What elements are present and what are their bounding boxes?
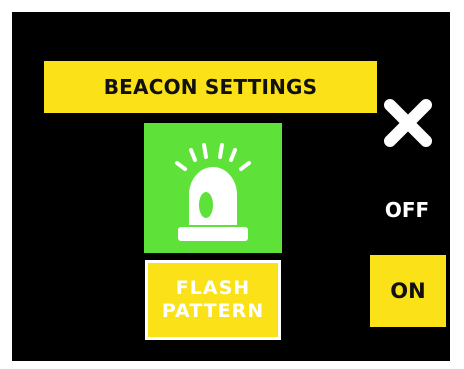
close-button[interactable] [379, 94, 437, 152]
flash-pattern-button[interactable]: FLASH PATTERN [145, 260, 281, 340]
flash-pattern-label: FLASH PATTERN [161, 277, 265, 322]
title-bar: BEACON SETTINGS [44, 61, 377, 113]
close-icon [384, 99, 432, 147]
beacon-light-icon [175, 143, 251, 241]
beacon-settings-screen: BEACON SETTINGS FLASH PATTERN OFF ON [12, 12, 450, 361]
on-button[interactable]: ON [370, 255, 446, 327]
off-button[interactable]: OFF [372, 195, 442, 225]
on-label: ON [390, 279, 426, 303]
off-label: OFF [384, 198, 430, 222]
page-title: BEACON SETTINGS [103, 75, 318, 99]
beacon-toggle-tile[interactable] [144, 123, 282, 253]
